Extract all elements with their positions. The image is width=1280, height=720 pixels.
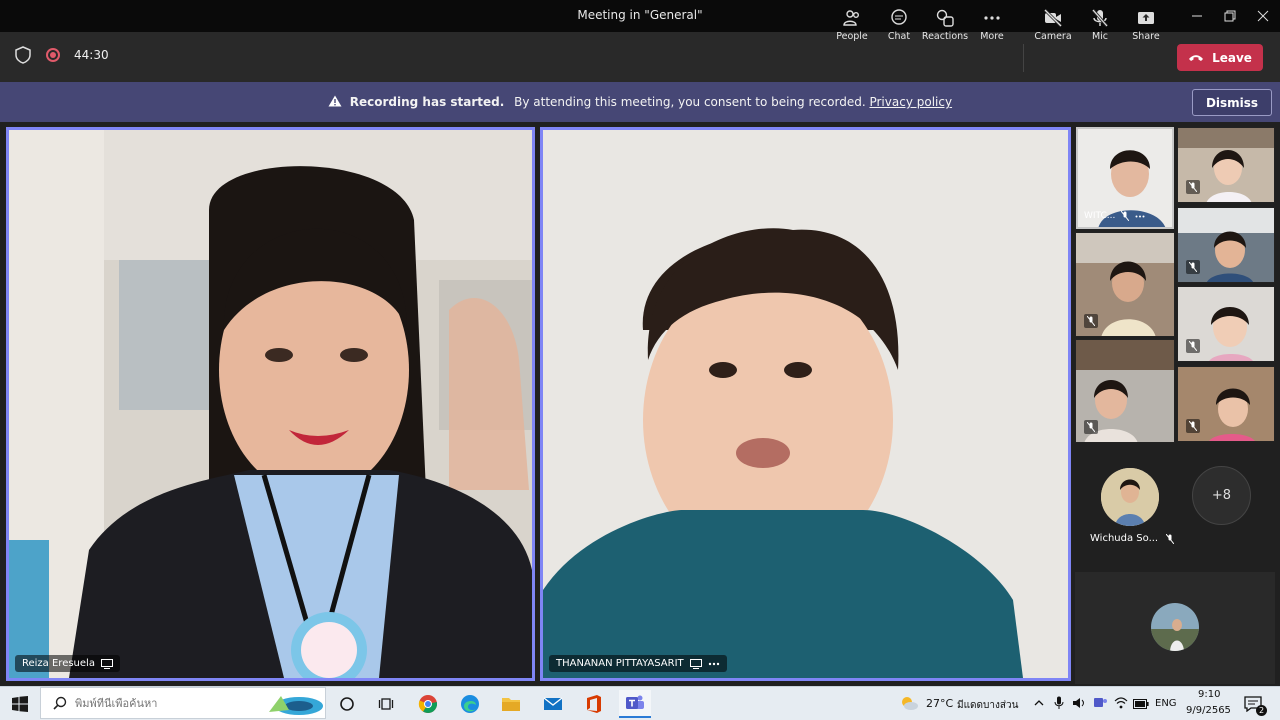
chrome-app[interactable] (412, 690, 444, 718)
clock-date[interactable]: 9/9/2565 (1186, 705, 1231, 716)
banner-message: By attending this meeting, you consent t… (514, 95, 866, 109)
office-app[interactable] (578, 690, 610, 718)
edge-icon (461, 695, 479, 713)
mic-button[interactable]: Mic (1077, 8, 1123, 46)
people-button[interactable]: People (829, 8, 875, 46)
participant-thumbnail[interactable]: WITC... (1076, 127, 1174, 229)
search-highlight-image (269, 696, 323, 715)
weather-icon[interactable] (899, 695, 919, 711)
close-button[interactable] (1246, 4, 1280, 28)
mic-off-icon (1084, 420, 1098, 434)
mic-off-icon (1186, 339, 1200, 353)
participant-name: Wichuda So... (1090, 533, 1159, 544)
participant-thumbnail[interactable] (1075, 339, 1175, 443)
office-icon (587, 695, 601, 713)
mic-off-icon (1186, 260, 1200, 274)
mic-off-icon (1166, 533, 1175, 544)
video-tile[interactable]: THANANAN PITTAYASARIT (540, 127, 1071, 681)
share-button[interactable]: Share (1123, 8, 1169, 46)
warning-icon (328, 95, 342, 107)
battery-icon[interactable] (1133, 699, 1149, 709)
participant-video (543, 130, 1068, 678)
teams-icon (626, 695, 644, 709)
minimize-button[interactable] (1180, 4, 1214, 28)
reactions-button[interactable]: Reactions (922, 8, 968, 46)
participant-name-tag: THANANAN PITTAYASARIT (549, 655, 727, 672)
reactions-icon (936, 9, 954, 27)
mic-off-icon (1084, 314, 1098, 328)
chevron-up-icon[interactable] (1034, 699, 1044, 707)
mic-off-icon (1186, 180, 1200, 194)
windows-icon (12, 696, 28, 712)
more-options-icon[interactable] (708, 662, 720, 666)
weather-description: มีแดดบางส่วน (957, 700, 1019, 711)
clock-time[interactable]: 9:10 (1198, 689, 1220, 700)
avatar[interactable] (1101, 468, 1159, 526)
microphone-icon[interactable] (1054, 696, 1064, 710)
participant-thumbnail[interactable] (1075, 232, 1175, 337)
close-icon (1257, 10, 1269, 22)
meeting-timer: 44:30 (74, 48, 109, 62)
screen-share-icon (100, 658, 113, 669)
edge-app[interactable] (454, 690, 486, 718)
recording-banner: Recording has started. By attending this… (0, 82, 1280, 122)
more-participants-button[interactable]: +8 (1192, 466, 1251, 525)
notification-badge: 2 (1256, 705, 1267, 716)
privacy-policy-link[interactable]: Privacy policy (869, 95, 952, 109)
mic-off-icon (1121, 211, 1130, 221)
search-input[interactable] (75, 696, 275, 710)
participant-thumbnail[interactable] (1177, 366, 1275, 442)
task-view-button[interactable] (370, 690, 402, 718)
minimize-icon (1192, 15, 1202, 17)
chrome-icon (418, 695, 438, 714)
participant-thumbnail[interactable] (1177, 286, 1275, 362)
people-icon (843, 10, 859, 26)
dismiss-button[interactable]: Dismiss (1192, 89, 1272, 116)
participant-name-tag: Reiza Eresuela (15, 655, 120, 672)
taskbar-search[interactable] (40, 687, 326, 719)
start-button[interactable] (4, 690, 36, 718)
teams-app[interactable] (619, 690, 651, 718)
avatar-photo (1101, 468, 1159, 526)
maximize-icon (1224, 10, 1236, 22)
more-button[interactable]: More (969, 8, 1015, 46)
mail-icon (543, 697, 563, 710)
self-avatar[interactable] (1151, 603, 1199, 651)
participant-thumbnail[interactable] (1177, 127, 1275, 203)
toolbar-separator (1023, 44, 1024, 72)
screen-share-icon (689, 658, 702, 669)
weather-temperature: 27°C (926, 697, 954, 710)
more-options-icon[interactable] (1135, 215, 1145, 218)
chat-button[interactable]: Chat (876, 8, 922, 46)
teams-tray-icon[interactable] (1093, 697, 1107, 709)
participant-thumbnail[interactable] (1177, 207, 1275, 283)
participant-name: WITC... (1084, 211, 1116, 221)
share-icon (1138, 12, 1154, 24)
cortana-icon (340, 697, 354, 711)
chat-icon (891, 9, 907, 25)
wifi-icon[interactable] (1114, 697, 1128, 709)
camera-button[interactable]: Camera (1030, 8, 1076, 46)
speaker-icon[interactable] (1072, 697, 1086, 709)
avatar-photo (1151, 603, 1199, 651)
file-explorer-app[interactable] (495, 690, 527, 718)
participant-video (9, 130, 532, 678)
cortana-button[interactable] (331, 690, 363, 718)
search-icon (53, 696, 67, 710)
mail-app[interactable] (537, 690, 569, 718)
phone-icon (1189, 54, 1204, 61)
more-icon (984, 16, 1000, 20)
language-indicator[interactable]: ENG (1155, 698, 1177, 709)
banner-title: Recording has started. (349, 95, 505, 109)
mic-off-icon (1091, 9, 1109, 27)
record-icon (46, 48, 60, 62)
task-view-icon (378, 698, 394, 710)
shield-icon[interactable] (14, 46, 32, 64)
maximize-button[interactable] (1213, 4, 1247, 28)
video-tile[interactable]: Reiza Eresuela (6, 127, 535, 681)
folder-icon (502, 698, 520, 711)
mic-off-icon (1186, 419, 1200, 433)
camera-off-icon (1043, 8, 1063, 28)
leave-button[interactable]: Leave (1177, 44, 1263, 71)
